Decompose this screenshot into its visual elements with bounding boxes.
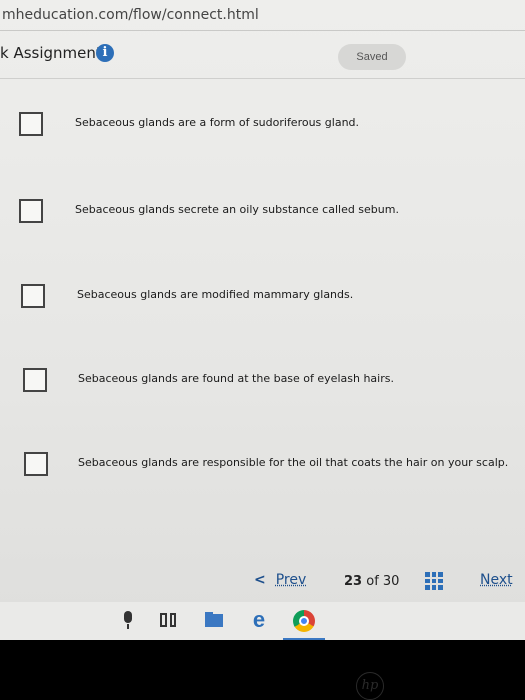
answer-option-3[interactable]: Sebaceous glands are modified mammary gl… [0,282,525,342]
question-grid-icon[interactable] [425,572,443,590]
option-text: Sebaceous glands are found at the base o… [78,372,394,385]
edge-browser-icon[interactable]: e [249,609,269,631]
active-app-indicator [283,638,325,640]
page-counter: 23 of 30 [344,574,399,589]
taskbar: e [0,602,525,640]
current-question-number: 23 [344,574,363,589]
answer-option-4[interactable]: Sebaceous glands are found at the base o… [0,366,525,426]
answer-option-5[interactable]: Sebaceous glands are responsible for the… [0,450,525,510]
question-pager: < Prev 23 of 30 Next [0,568,525,598]
task-view-icon[interactable] [158,610,178,630]
of-label: of [366,574,379,589]
screen: mheducation.com/flow/connect.html k Assi… [0,0,525,640]
answer-option-1[interactable]: Sebaceous glands are a form of sudorifer… [0,110,525,170]
total-questions: 30 [382,574,400,589]
prev-button[interactable]: < Prev [254,572,306,588]
saved-status-badge: Saved [338,44,406,70]
option-checkbox[interactable] [19,112,43,136]
answer-option-2[interactable]: Sebaceous glands secrete an oily substan… [0,197,525,257]
prev-label: Prev [275,572,307,588]
file-explorer-icon[interactable] [204,610,224,630]
option-text: Sebaceous glands are a form of sudorifer… [75,116,360,129]
next-button[interactable]: Next [480,572,513,588]
chevron-left-icon: < [254,572,266,588]
info-icon[interactable]: i [96,44,114,62]
option-checkbox[interactable] [19,199,43,223]
option-text: Sebaceous glands secrete an oily substan… [75,203,399,216]
microphone-icon[interactable] [118,610,138,630]
hp-logo: hp [356,672,384,700]
chrome-browser-icon[interactable] [293,610,315,632]
header-divider [0,78,525,79]
page-title: k Assignment [0,44,102,62]
option-text: Sebaceous glands are modified mammary gl… [77,288,354,301]
option-text: Sebaceous glands are responsible for the… [78,456,509,469]
address-bar[interactable]: mheducation.com/flow/connect.html [0,0,525,31]
option-checkbox[interactable] [21,284,45,308]
option-checkbox[interactable] [24,452,48,476]
option-checkbox[interactable] [23,368,47,392]
